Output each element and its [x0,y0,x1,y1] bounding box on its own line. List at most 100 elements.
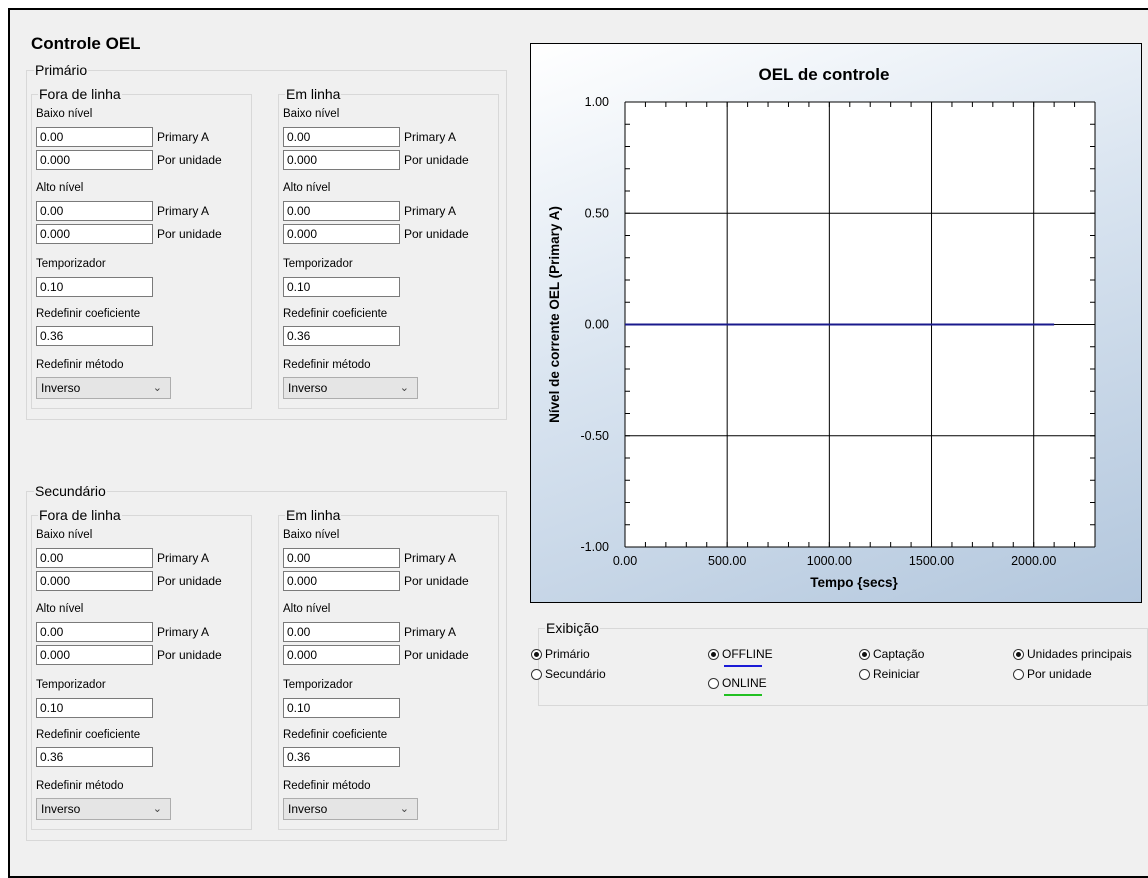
radio-offline-indicator[interactable] [708,648,719,660]
secundario-offline-alto-pu-input[interactable]: 0.000 [36,645,153,665]
radio-offline[interactable]: OFFLINE [708,647,773,661]
radio-primario-label: Primário [545,647,590,661]
secundario-online-baixo-amps-unit: Primary A [404,551,457,565]
primario-offline-alto-amps-unit: Primary A [157,204,210,218]
secundario-online-alto-pu-unit: Por unidade [404,648,469,662]
primario-online-alto-amps-unit: Primary A [404,204,457,218]
primario-online-timer-input[interactable]: 0.10 [283,277,400,297]
primario-offline-baixo-pu-input[interactable]: 0.000 [36,150,153,170]
secundario-offline-alto-pu-unit: Por unidade [157,648,222,662]
primario-online-timer-label: Temporizador [283,258,353,270]
secundario-online-coef-input[interactable]: 0.36 [283,747,400,767]
primario-offline-baixo-label: Baixo nível [36,108,93,120]
primario-online-method-label: Redefinir método [283,359,371,371]
oel-chart: 0.00 500.00 1000.00 1500.00 2000.00 1.00 0.50 0… [547,65,1096,590]
secundario-online-label: Em linha [285,507,342,523]
radio-reiniciar[interactable]: Reiniciar [859,667,920,681]
primario-online-alto-pu-input[interactable]: 0.000 [283,224,400,244]
primario-offline-timer-label: Temporizador [36,258,106,270]
radio-unidades-principais-indicator[interactable] [1013,648,1024,660]
secundario-online-coef-label: Redefinir coeficiente [283,729,388,741]
display-group-label: Exibição [545,620,600,636]
secundario-online-timer-input[interactable]: 0.10 [283,698,400,718]
primario-online-alto-pu-unit: Por unidade [404,227,469,241]
radio-captacao-indicator[interactable] [859,648,870,660]
secundario-online-method-label: Redefinir método [283,780,371,792]
secundario-offline-alto-label: Alto nível [36,603,84,615]
radio-por-unidade[interactable]: Por unidade [1013,667,1092,681]
secundario-online-baixo-amps-input[interactable]: 0.00 [283,548,400,568]
primario-online-label: Em linha [285,86,342,102]
primario-online-alto-amps-input[interactable]: 0.00 [283,201,400,221]
primario-offline-coef-label: Redefinir coeficiente [36,308,141,320]
secundario-online-alto-amps-input[interactable]: 0.00 [283,622,400,642]
primario-offline-method-label: Redefinir método [36,359,124,371]
primario-offline-method-select[interactable]: Inverso ⌄ [36,377,171,399]
radio-primario[interactable]: Primário [531,647,590,661]
chevron-down-icon: ⌄ [152,382,162,394]
secundario-online-alto-pu-input[interactable]: 0.000 [283,645,400,665]
radio-secundario[interactable]: Secundário [531,667,606,681]
primario-offline-baixo-pu-unit: Por unidade [157,153,222,167]
secundario-online-method-select[interactable]: Inverso ⌄ [283,798,418,820]
group-secundario-label: Secundário [34,483,107,499]
primario-online-coef-label: Redefinir coeficiente [283,308,388,320]
x-tick-label: 0.00 [613,554,637,568]
primario-offline-alto-label: Alto nível [36,182,84,194]
radio-online[interactable]: ONLINE [708,676,767,690]
secundario-offline-timer-input[interactable]: 0.10 [36,698,153,718]
secundario-offline-baixo-pu-unit: Por unidade [157,574,222,588]
primario-offline-alto-amps-input[interactable]: 0.00 [36,201,153,221]
x-tick-label: 500.00 [708,554,746,568]
primario-offline-alto-pu-unit: Por unidade [157,227,222,241]
secundario-online-baixo-label: Baixo nível [283,529,340,541]
radio-primario-indicator[interactable] [531,648,542,660]
primario-offline-baixo-amps-input[interactable]: 0.00 [36,127,153,147]
secundario-online-baixo-pu-input[interactable]: 0.000 [283,571,400,591]
radio-secundario-indicator[interactable] [531,668,542,680]
y-tick-label: -1.00 [581,540,610,554]
radio-captacao[interactable]: Captação [859,647,924,661]
primario-online-method-value: Inverso [288,381,328,395]
secundario-offline-method-select[interactable]: Inverso ⌄ [36,798,171,820]
secundario-offline-baixo-pu-input[interactable]: 0.000 [36,571,153,591]
secundario-offline-coef-label: Redefinir coeficiente [36,729,141,741]
secundario-offline-label: Fora de linha [38,507,122,523]
radio-reiniciar-indicator[interactable] [859,668,870,680]
primario-offline-alto-pu-input[interactable]: 0.000 [36,224,153,244]
primario-offline-method-value: Inverso [41,381,81,395]
x-tick-label: 1500.00 [909,554,954,568]
primario-offline-timer-input[interactable]: 0.10 [36,277,153,297]
primario-online-method-select[interactable]: Inverso ⌄ [283,377,418,399]
radio-por-unidade-label: Por unidade [1027,667,1092,681]
primario-online-coef-input[interactable]: 0.36 [283,326,400,346]
x-tick-label: 1000.00 [807,554,852,568]
radio-unidades-principais[interactable]: Unidades principais [1013,647,1132,661]
secundario-offline-coef-input[interactable]: 0.36 [36,747,153,767]
x-axis-label: Tempo {secs} [810,575,898,590]
secundario-offline-alto-amps-input[interactable]: 0.00 [36,622,153,642]
radio-reiniciar-label: Reiniciar [873,667,920,681]
primario-online-baixo-amps-input[interactable]: 0.00 [283,127,400,147]
primario-offline-label: Fora de linha [38,86,122,102]
secundario-online-baixo-pu-unit: Por unidade [404,574,469,588]
primario-offline-coef-input[interactable]: 0.36 [36,326,153,346]
chart-title: OEL de controle [759,65,890,84]
y-tick-label: 0.50 [585,206,609,220]
page-title: Controle OEL [31,34,141,53]
secundario-offline-alto-amps-unit: Primary A [157,625,210,639]
group-primario-label: Primário [34,62,89,78]
radio-online-indicator[interactable] [708,677,719,689]
secundario-online-method-value: Inverso [288,802,328,816]
offline-legend-line [724,665,762,667]
secundario-online-alto-label: Alto nível [283,603,331,615]
radio-secundario-label: Secundário [545,667,606,681]
secundario-offline-baixo-amps-input[interactable]: 0.00 [36,548,153,568]
chevron-down-icon: ⌄ [399,382,409,394]
secundario-online-timer-label: Temporizador [283,679,353,691]
primario-online-baixo-pu-input[interactable]: 0.000 [283,150,400,170]
y-tick-label: 0.00 [585,318,609,332]
radio-online-label: ONLINE [722,676,767,690]
radio-por-unidade-indicator[interactable] [1013,668,1024,680]
secundario-online-alto-amps-unit: Primary A [404,625,457,639]
